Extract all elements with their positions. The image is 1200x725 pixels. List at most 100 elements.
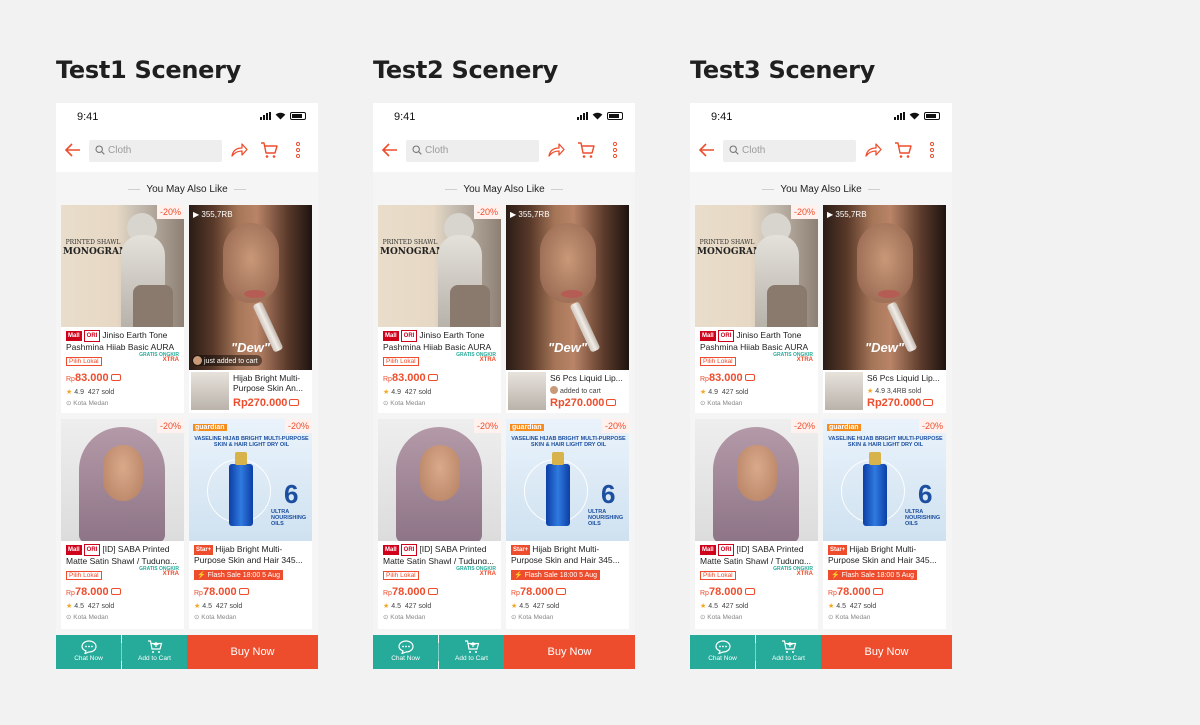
face-image <box>737 445 777 501</box>
cart-icon[interactable] <box>260 141 278 159</box>
battery-icon <box>924 112 940 120</box>
more-options-icon[interactable] <box>613 141 617 159</box>
location-pin-icon: ⊙ <box>383 400 389 407</box>
chat-now-label: Chat Now <box>708 655 737 662</box>
video-product-row[interactable]: S6 Pcs Liquid Lip... ★ 4.9 3,4RB sold Rp… <box>823 370 946 412</box>
back-arrow-icon[interactable] <box>381 142 399 158</box>
star-icon: ★ <box>511 603 518 610</box>
cart-icon[interactable] <box>577 141 595 159</box>
shop-location: ⊙ Kota Medan <box>383 614 426 621</box>
product-card[interactable]: -20% Mall ORI [ID] SABA Printed Matte Sati… <box>378 419 501 629</box>
battery-icon <box>290 112 306 120</box>
coupon-icon <box>744 374 755 381</box>
product-card[interactable]: guardian VASELINE HIJAB BRIGHT MULTI-PUR… <box>823 419 946 629</box>
video-thumbnail[interactable]: ▶ 355,7RB "Dew" just added to cart <box>189 205 312 370</box>
phone-screen: 9:41 Cloth You May Also Like PRINTED SHA… <box>56 103 318 669</box>
cart-icon[interactable] <box>894 141 912 159</box>
model-dress <box>767 285 807 327</box>
signal-icon <box>894 112 905 120</box>
pilih-lokal-badge: Pilih Lokal <box>66 571 102 580</box>
coupon-icon <box>923 399 934 406</box>
add-to-cart-label: Add to Cart <box>772 655 805 662</box>
video-product-card[interactable]: ▶ 355,7RB "Dew" just added to cart Hijab… <box>189 205 312 413</box>
product-card[interactable]: PRINTED SHAWL MONOGRAM -20% Mall ORI Jinis… <box>378 205 501 413</box>
back-arrow-icon[interactable] <box>64 142 82 158</box>
play-icon: ▶ <box>827 210 834 219</box>
chat-now-button[interactable]: Chat Now <box>373 635 438 669</box>
mall-badge: Mall <box>66 545 82 555</box>
image-brand-text: MONOGRAM <box>697 247 763 257</box>
coupon-icon <box>606 399 617 406</box>
buy-now-button[interactable]: Buy Now <box>187 635 318 669</box>
product-card[interactable]: guardian VASELINE HIJAB BRIGHT MULTI-PUR… <box>506 419 629 629</box>
more-options-icon[interactable] <box>296 141 300 159</box>
added-to-cart-toast: just added to cart <box>192 355 262 366</box>
share-icon[interactable] <box>230 142 248 158</box>
product-card[interactable]: PRINTED SHAWL MONOGRAM -20% Mall ORI Jinis… <box>695 205 818 413</box>
search-input[interactable]: Cloth <box>406 140 539 162</box>
product-card[interactable]: -20% Mall ORI [ID] SABA Printed Matte Sati… <box>695 419 818 629</box>
status-time: 9:41 <box>711 111 733 123</box>
search-placeholder: Cloth <box>425 145 449 156</box>
star-icon: ★ <box>66 389 73 396</box>
product-name: Star+ Hijab Bright Multi-Purpose Skin and… <box>511 544 624 564</box>
location-pin-icon: ⊙ <box>66 400 72 407</box>
back-arrow-icon[interactable] <box>698 142 716 158</box>
star-plus-badge: Star+ <box>194 545 214 555</box>
product-card[interactable]: guardian VASELINE HIJAB BRIGHT MULTI-PUR… <box>189 419 312 629</box>
product-card[interactable]: -20% Mall ORI [ID] SABA Printed Matte Sati… <box>61 419 184 629</box>
product-card[interactable]: PRINTED SHAWL MONOGRAM -20% Mall ORI Jinis… <box>61 205 184 413</box>
search-input[interactable]: Cloth <box>723 140 856 162</box>
more-options-icon[interactable] <box>930 141 934 159</box>
share-icon[interactable] <box>547 142 565 158</box>
product-name: Mall ORI [ID] SABA Printed Matte Satin Sha… <box>383 544 496 564</box>
star-icon: ★ <box>700 603 707 610</box>
ad-ultra-text: ULTRA NOURISHING OILS <box>588 509 624 527</box>
rating-sold: ★ 4.9 427 sold <box>383 389 432 396</box>
search-input[interactable]: Cloth <box>89 140 222 162</box>
ori-badge: ORI <box>83 330 101 342</box>
coupon-icon <box>110 374 121 381</box>
product-price: Rp78.000 <box>511 586 624 598</box>
shop-location: ⊙ Kota Medan <box>700 614 743 621</box>
phone-screen: 9:41 Cloth You May Also Like PRINTED SHA… <box>373 103 635 669</box>
video-product-row[interactable]: S6 Pcs Liquid Lip... added to cart Rp270… <box>506 370 629 412</box>
image-subtitle: PRINTED SHAWL <box>699 239 755 246</box>
user-avatar <box>193 356 202 365</box>
video-thumbnail[interactable]: ▶ 355,7RB "Dew" <box>823 205 946 370</box>
image-brand-text: MONOGRAM <box>380 247 446 257</box>
share-icon[interactable] <box>864 142 882 158</box>
chat-now-button[interactable]: Chat Now <box>56 635 121 669</box>
serum-bottle <box>546 452 570 526</box>
add-to-cart-button[interactable]: Add to Cart <box>756 635 821 669</box>
buy-now-button[interactable]: Buy Now <box>821 635 952 669</box>
guardian-logo: guardian <box>827 424 861 431</box>
search-placeholder: Cloth <box>108 145 132 156</box>
user-avatar <box>550 386 558 394</box>
coupon-icon <box>744 588 755 595</box>
star-icon: ★ <box>194 603 201 610</box>
search-icon <box>95 145 105 155</box>
add-cart-icon <box>781 640 796 653</box>
video-thumbnail[interactable]: ▶ 355,7RB "Dew" <box>506 205 629 370</box>
product-price: Rp78.000 <box>700 586 813 598</box>
add-to-cart-button[interactable]: Add to Cart <box>439 635 504 669</box>
video-product-name: Hijab Bright Multi-Purpose Skin An... <box>233 373 303 393</box>
mall-badge: Mall <box>383 331 399 341</box>
location-pin-icon: ⊙ <box>700 614 706 621</box>
coupon-icon <box>238 588 249 595</box>
ad-number: 6 <box>918 479 933 509</box>
lips-image <box>878 290 900 298</box>
video-product-card[interactable]: ▶ 355,7RB "Dew" S6 Pcs Liquid Lip... ★ 4… <box>823 205 946 413</box>
free-shipping-badge: GRATIS ONGKIR XTRA <box>139 566 179 578</box>
video-product-row[interactable]: Hijab Bright Multi-Purpose Skin An... Rp… <box>189 370 312 412</box>
video-product-card[interactable]: ▶ 355,7RB "Dew" S6 Pcs Liquid Lip... add… <box>506 205 629 413</box>
product-price: Rp78.000 <box>66 586 179 598</box>
add-to-cart-button[interactable]: Add to Cart <box>122 635 187 669</box>
video-product-thumb <box>825 372 863 410</box>
play-icon: ▶ <box>193 210 200 219</box>
star-plus-badge: Star+ <box>511 545 531 555</box>
buy-now-button[interactable]: Buy Now <box>504 635 635 669</box>
section-header: You May Also Like <box>690 172 952 204</box>
chat-now-button[interactable]: Chat Now <box>690 635 755 669</box>
